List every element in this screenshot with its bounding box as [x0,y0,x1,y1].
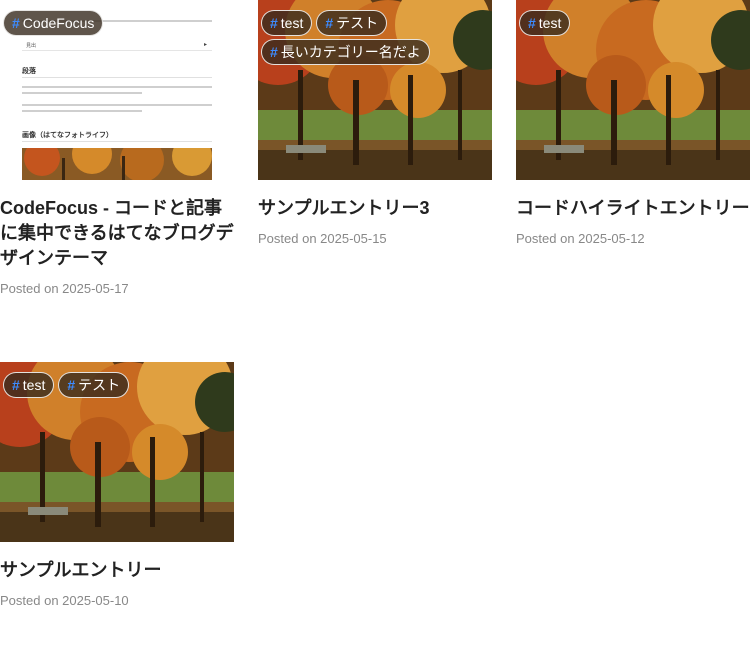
article-thumbnail[interactable]: # test [516,0,750,180]
category-tag[interactable]: # テスト [316,10,388,36]
article-date: Posted on 2025-05-15 [258,231,387,246]
preview-heading-paragraph: 段落 [22,68,36,75]
preview-arrow: ▸ [204,42,208,48]
category-tag[interactable]: # CodeFocus [3,10,104,36]
hash-icon: # [528,15,536,31]
category-tags: # test # テスト # 長いカテゴリー名だよ [261,10,489,65]
article-card[interactable]: # test コードハイライトエントリー Posted on 2025-05-12 [516,0,750,246]
article-card[interactable]: 見出 ▸ 段落 画像（はてなフォトライフ） # CodeFocus CodeFo… [0,0,234,296]
article-date: Posted on 2025-05-12 [516,231,645,246]
category-tags: # test [519,10,747,36]
category-tags: # CodeFocus [3,10,231,36]
hash-icon: # [12,377,20,393]
category-tag[interactable]: # テスト [58,372,130,398]
hash-icon: # [67,377,76,393]
preview-heading-image: 画像（はてなフォトライフ） [22,132,113,139]
preview-box-label: 見出 [26,43,37,49]
hash-icon: # [270,44,278,60]
article-title[interactable]: サンプルエントリー3 [258,196,492,221]
category-tags: # test # テスト [3,372,231,398]
category-tag[interactable]: # test [519,10,571,36]
article-date: Posted on 2025-05-10 [0,593,129,608]
article-thumbnail[interactable]: # test # テスト [0,362,234,542]
article-card[interactable]: # test # テスト サンプルエントリー Posted on 2025-05-1… [0,362,234,608]
article-title[interactable]: サンプルエントリー [0,558,234,583]
category-tag[interactable]: # test [3,372,55,398]
article-date: Posted on 2025-05-17 [0,281,129,296]
article-title[interactable]: CodeFocus - コードと記事に集中できるはてなブログデザインテーマ [0,196,234,271]
article-thumbnail[interactable]: # test # テスト # 長いカテゴリー名だよ [258,0,492,180]
preview-photo [22,148,212,180]
hash-icon: # [12,15,20,31]
hash-icon: # [270,15,278,31]
article-thumbnail[interactable]: 見出 ▸ 段落 画像（はてなフォトライフ） # CodeFocus [0,0,234,180]
category-tag[interactable]: # 長いカテゴリー名だよ [261,39,430,65]
autumn-photo-mini [22,148,212,180]
hash-icon: # [325,15,334,31]
category-tag[interactable]: # test [261,10,313,36]
article-title[interactable]: コードハイライトエントリー [516,196,750,221]
article-card[interactable]: # test # テスト # 長いカテゴリー名だよ サンプルエントリー3 Posted… [258,0,492,246]
